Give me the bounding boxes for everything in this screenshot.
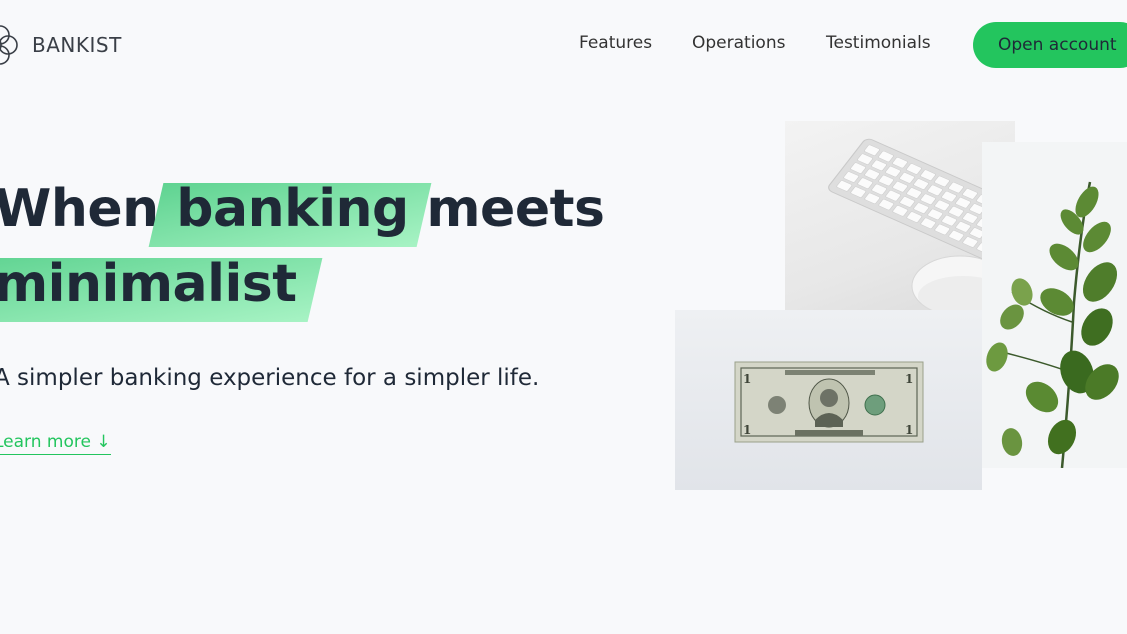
keyboard-and-mouse-photo bbox=[785, 121, 1015, 337]
hero-title-text: When bbox=[0, 179, 177, 239]
hero-title-line-2: minimalist bbox=[0, 247, 604, 322]
hero-highlight-minimalist: minimalist bbox=[0, 254, 297, 314]
keyboard-illustration bbox=[828, 138, 1015, 317]
hero-highlight-banking: banking bbox=[176, 179, 409, 239]
hero-title: When banking meets minimalist bbox=[0, 172, 605, 322]
hero-title-text: meets bbox=[408, 179, 605, 239]
svg-text:1: 1 bbox=[905, 423, 913, 437]
svg-text:1: 1 bbox=[905, 372, 913, 386]
svg-text:1: 1 bbox=[743, 372, 751, 386]
nav-link-testimonials[interactable]: Testimonials bbox=[826, 33, 931, 53]
plant-illustration bbox=[986, 181, 1119, 468]
brand-name: BANKIST bbox=[32, 33, 122, 57]
open-account-button[interactable]: Open account bbox=[973, 22, 1127, 68]
dollar-bill-photo: 1 1 1 1 bbox=[675, 310, 982, 490]
bankist-landing-page: BANKIST Features Operations Testimonials… bbox=[0, 0, 1127, 634]
learn-more-link[interactable]: Learn more ↓ bbox=[0, 432, 111, 455]
hero-title-line-1: When banking meets bbox=[0, 172, 605, 247]
top-navigation: BANKIST Features Operations Testimonials… bbox=[0, 0, 1127, 90]
svg-text:1: 1 bbox=[743, 423, 751, 437]
hero-subtitle: A simpler banking experience for a simpl… bbox=[0, 365, 540, 391]
brand-logo[interactable]: BANKIST bbox=[0, 22, 122, 68]
eucalyptus-plant-photo bbox=[982, 142, 1127, 468]
bankist-logo-icon bbox=[0, 25, 18, 65]
nav-link-operations[interactable]: Operations bbox=[692, 33, 785, 53]
nav-link-features[interactable]: Features bbox=[579, 33, 652, 53]
dollar-bill-illustration: 1 1 1 1 bbox=[734, 361, 924, 443]
